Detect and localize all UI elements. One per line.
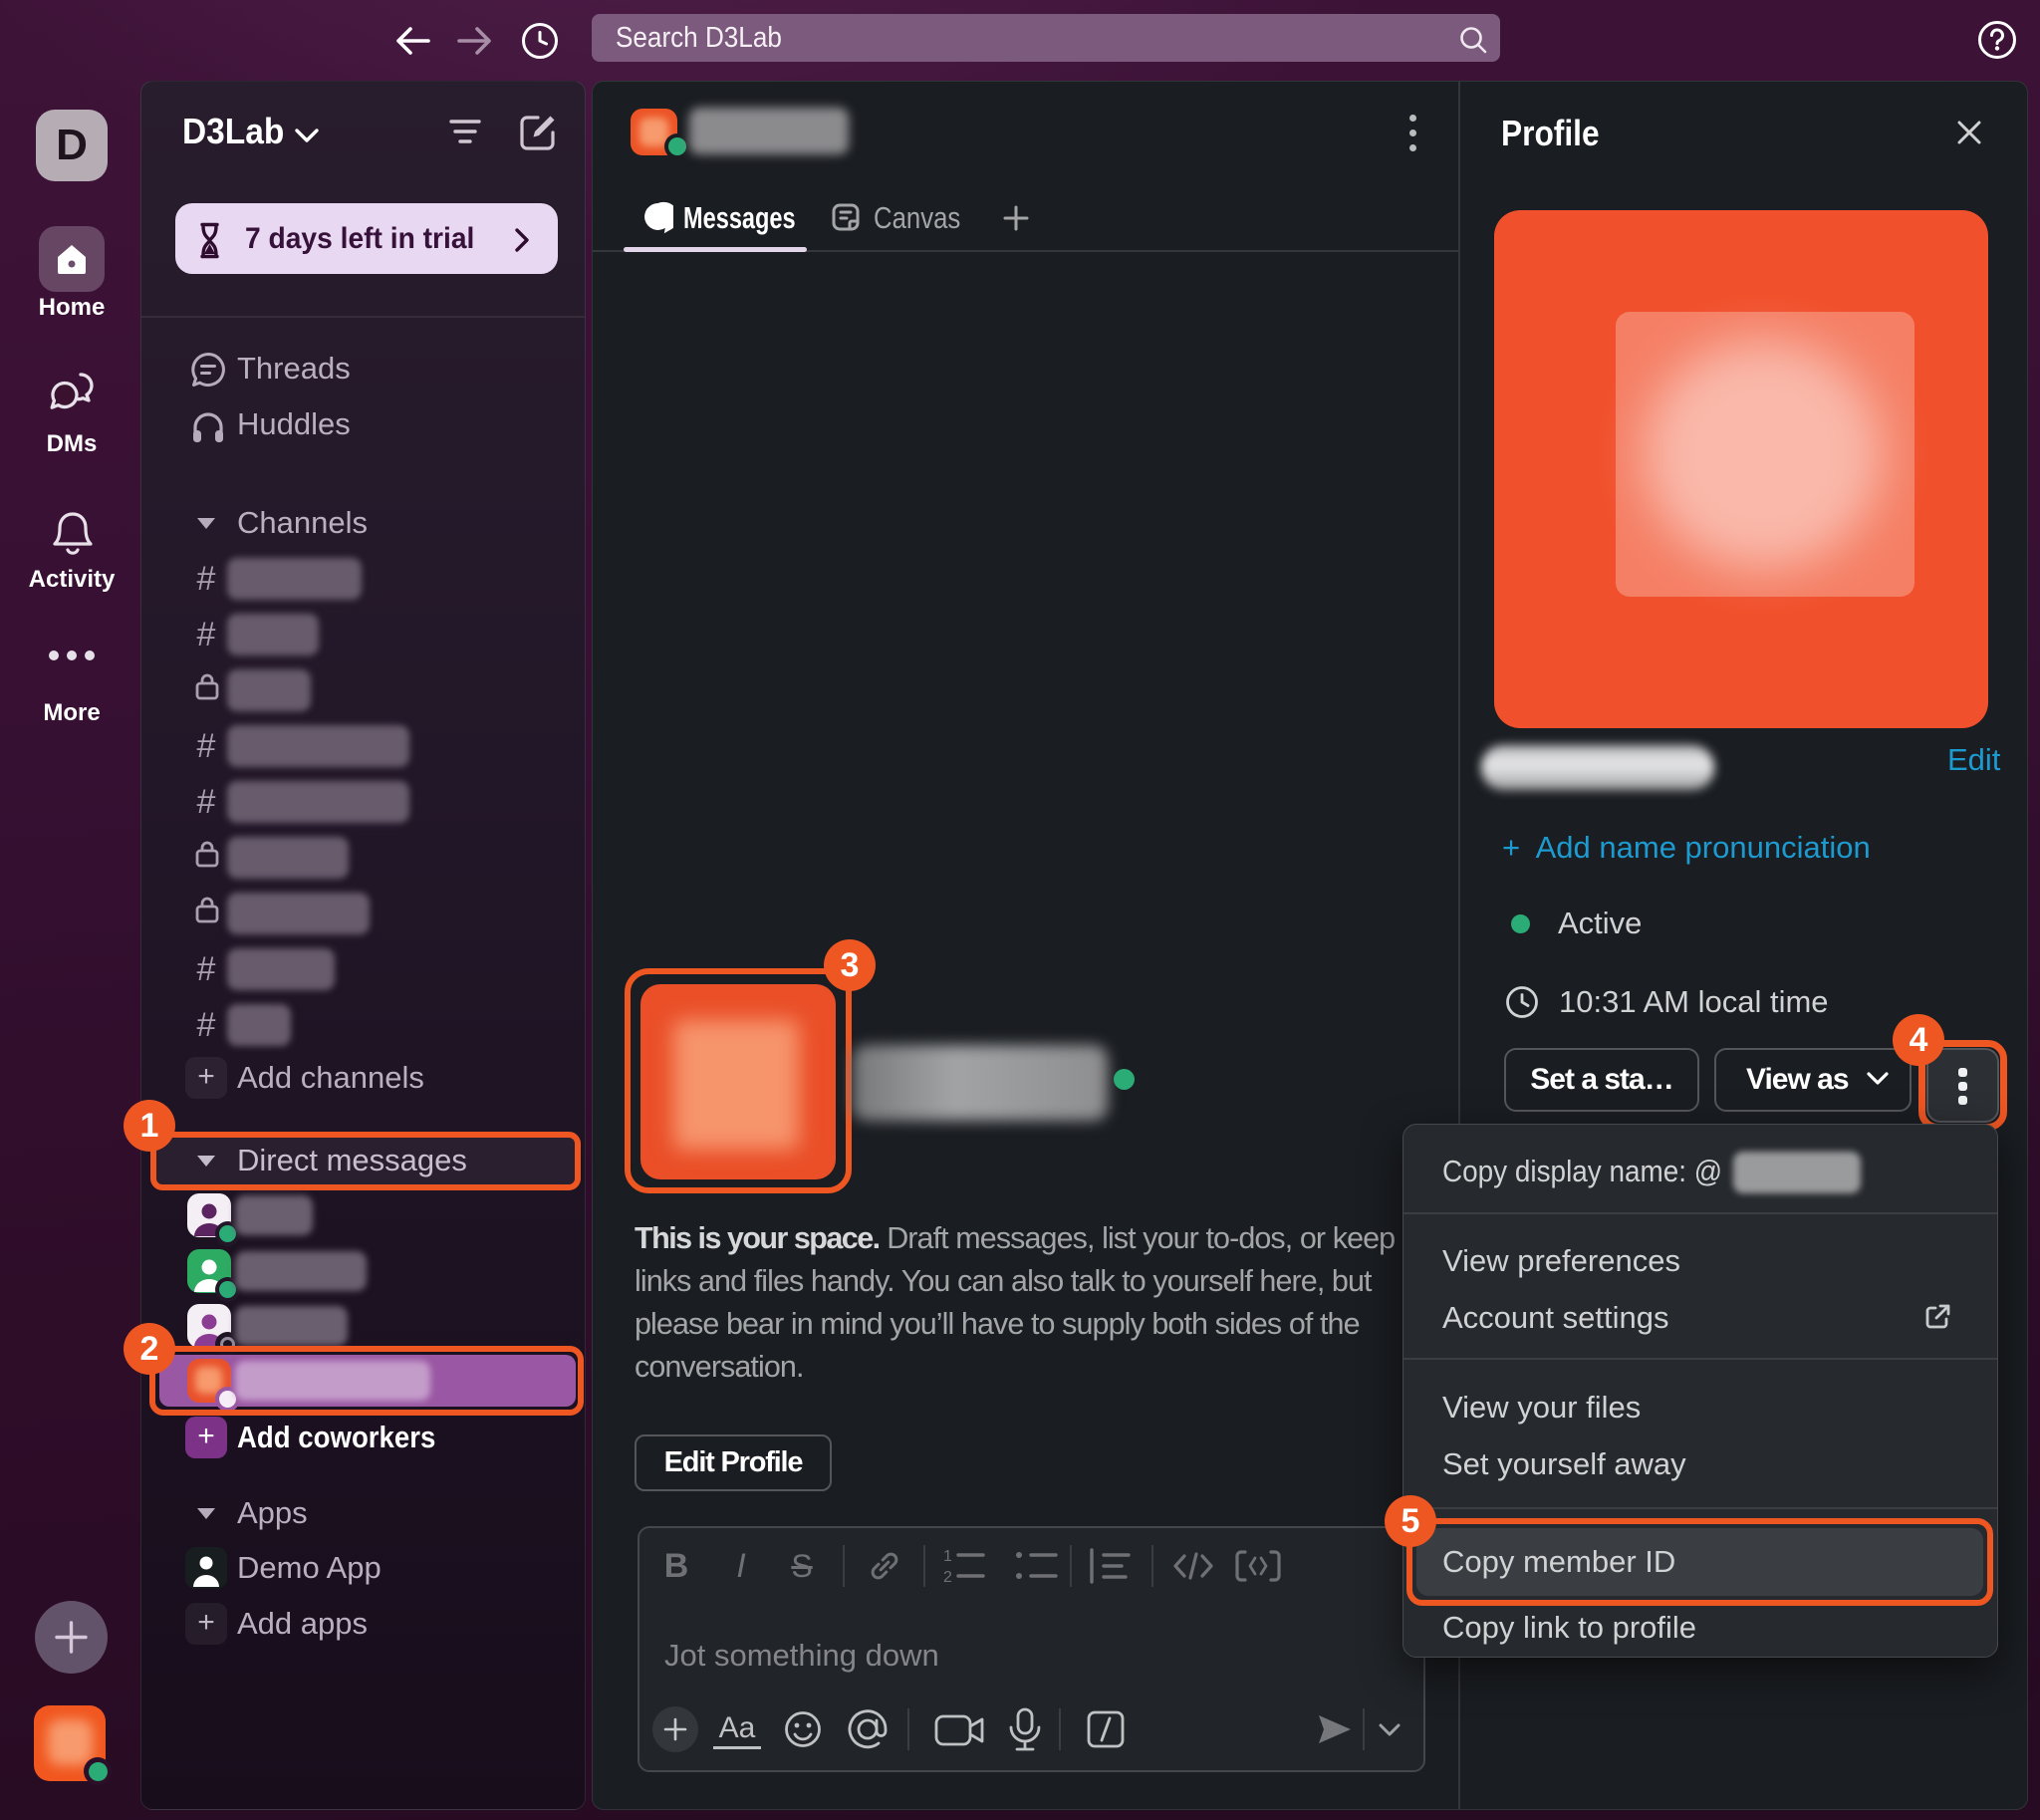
svg-text:2: 2	[943, 1569, 952, 1586]
svg-text:1: 1	[943, 1548, 952, 1565]
